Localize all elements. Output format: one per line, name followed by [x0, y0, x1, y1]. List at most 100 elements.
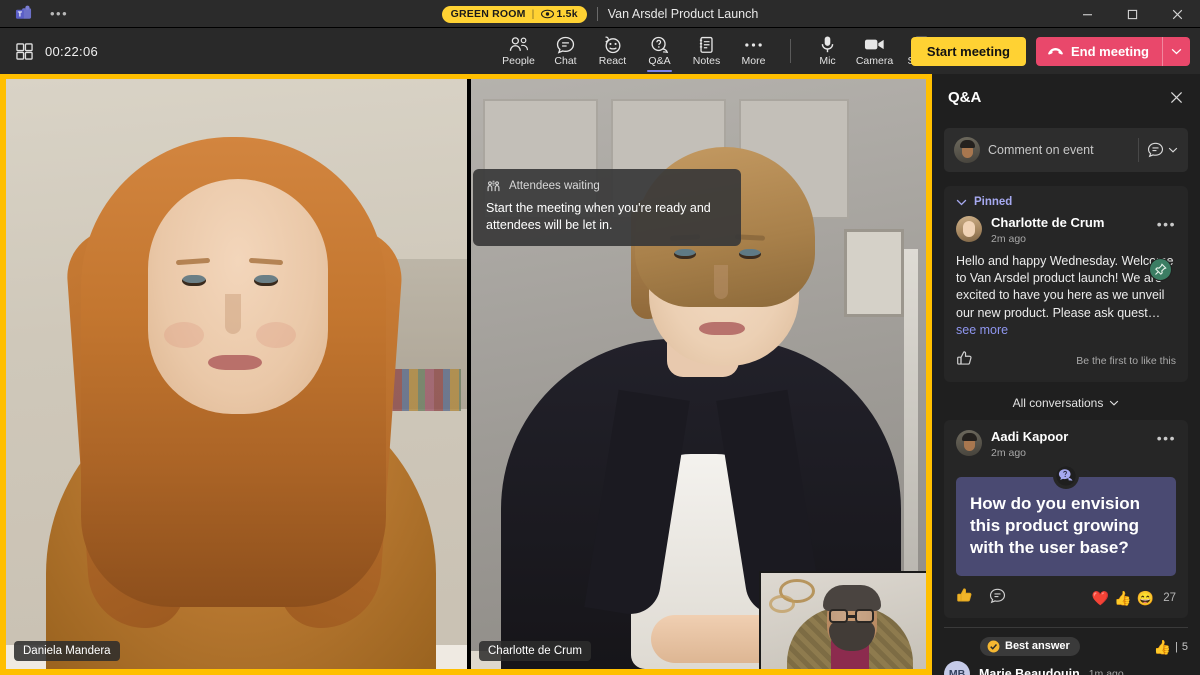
chevron-down-icon [1109, 400, 1119, 406]
composer-divider [1138, 138, 1139, 162]
best-answer-block[interactable]: Best answer 👍 | 5 MB Marie Beaudouin 1m … [944, 627, 1188, 675]
reaction-count: 27 [1163, 592, 1176, 604]
reaction-heart-icon[interactable]: ❤️ [1092, 591, 1109, 605]
more-icon [744, 35, 763, 54]
tooltip-heading: Attendees waiting [509, 180, 600, 192]
toolbar-qanda-label: Q&A [648, 55, 670, 67]
comment-icon [1147, 142, 1164, 158]
toolbar-notes-label: Notes [693, 55, 720, 67]
question-like-button[interactable] [956, 587, 973, 609]
best-answer-header: Best answer 👍 | 5 [944, 637, 1188, 656]
pinned-section-header[interactable]: Pinned [956, 196, 1176, 208]
toolbar-qanda-button[interactable]: Q&A [636, 28, 683, 74]
titlebar-overflow-button[interactable]: ••• [50, 10, 68, 18]
best-answer-label: Best answer [1005, 640, 1070, 652]
chevron-down-icon [956, 199, 967, 206]
best-answer-author-row: MB Marie Beaudouin 1m ago [944, 661, 1188, 675]
video-tiles: Daniela Mandera [6, 79, 926, 669]
video-tile-charlotte[interactable]: Charlotte de Crum [471, 79, 926, 669]
tooltip-body: Start the meeting when you're ready and … [486, 200, 728, 234]
video-tile-daniela[interactable]: Daniela Mandera [6, 79, 467, 669]
toolbar-right: Start meeting End meeting [911, 28, 1190, 74]
qanda-panel: Q&A Comment on event [932, 74, 1200, 675]
close-icon [1172, 9, 1183, 20]
best-answer-badge: Best answer [980, 637, 1080, 656]
toolbar-react-label: React [599, 55, 626, 67]
hangup-icon [1047, 46, 1064, 56]
pinned-message-footer: Be the first to like this [956, 350, 1176, 372]
close-button[interactable] [1155, 0, 1200, 28]
green-room-label: GREEN ROOM [451, 8, 526, 20]
like-button[interactable] [956, 350, 973, 372]
maximize-button[interactable] [1110, 0, 1155, 28]
meeting-timer: 00:22:06 [45, 44, 98, 59]
reaction-thumbsup-icon[interactable]: 👍 [1114, 591, 1131, 605]
question-header: Aadi Kapoor 2m ago ••• [956, 430, 1176, 459]
start-meeting-button[interactable]: Start meeting [911, 37, 1026, 66]
end-meeting-group: End meeting [1036, 37, 1190, 66]
titlebar-center: GREEN ROOM | 1.5k Van Arsdel Product Lau… [0, 0, 1200, 28]
window-controls [1065, 0, 1200, 28]
meeting-title: Van Arsdel Product Launch [608, 7, 759, 21]
notes-icon [698, 35, 715, 54]
camera-icon [864, 35, 885, 54]
toolbar-camera-button[interactable]: Camera [851, 28, 898, 74]
question-more-button[interactable]: ••• [1157, 430, 1176, 442]
svg-text:T: T [17, 11, 22, 19]
thumbs-up-icon [956, 350, 973, 367]
composer-mode-button[interactable] [1147, 142, 1182, 158]
question-author-block: Aadi Kapoor 2m ago [991, 430, 1148, 459]
video-tile-pip-aadi[interactable] [759, 571, 926, 669]
likes-separator: | [1175, 641, 1178, 653]
panel-title: Q&A [948, 89, 981, 106]
viewer-count: 1.5k [541, 8, 578, 20]
pinned-message-text: Hello and happy Wednesday. Welcome to Va… [956, 253, 1176, 339]
question-footer: ❤️ 👍 😄 27 [956, 587, 1176, 609]
check-circle-icon [987, 640, 1000, 653]
toolbar-left: 00:22:06 [16, 43, 98, 60]
toolbar-mic-button[interactable]: Mic [804, 28, 851, 74]
participant-video-aadi [761, 573, 926, 669]
comment-input[interactable]: Comment on event [988, 143, 1130, 157]
green-room-badge[interactable]: GREEN ROOM | 1.5k [442, 6, 587, 23]
conversation-filter-button[interactable]: All conversations [932, 396, 1200, 410]
pinned-author-name: Charlotte de Crum [991, 216, 1148, 231]
eye-icon [541, 9, 554, 19]
toolbar-separator [790, 39, 791, 63]
badge-separator: | [532, 8, 535, 20]
see-more-link[interactable]: see more [956, 323, 1008, 337]
titlebar-divider [597, 7, 598, 21]
end-meeting-caret-button[interactable] [1162, 37, 1190, 66]
question-icon [1053, 463, 1079, 489]
toolbar-notes-button[interactable]: Notes [683, 28, 730, 74]
avatar [954, 137, 980, 163]
pinned-more-button[interactable]: ••• [1157, 216, 1176, 228]
toolbar-react-button[interactable]: React [589, 28, 636, 74]
question-timestamp: 2m ago [991, 447, 1148, 459]
toolbar-chat-button[interactable]: Chat [542, 28, 589, 74]
end-meeting-button[interactable]: End meeting [1036, 37, 1162, 66]
toolbar-people-button[interactable]: People [495, 28, 542, 74]
participant-name-tag: Daniela Mandera [14, 641, 120, 661]
pinned-timestamp: 2m ago [991, 233, 1148, 245]
question-reply-button[interactable] [989, 588, 1006, 609]
grid-view-icon[interactable] [16, 43, 33, 60]
minimize-button[interactable] [1065, 0, 1110, 28]
chat-icon [556, 35, 575, 54]
toolbar-more-button[interactable]: More [730, 28, 777, 74]
reaction-laugh-icon[interactable]: 😄 [1137, 591, 1154, 605]
comment-composer[interactable]: Comment on event [944, 128, 1188, 172]
thumbs-up-icon [956, 587, 973, 604]
tooltip-heading-row: Attendees waiting [486, 179, 728, 193]
likes-count: 5 [1182, 641, 1188, 653]
panel-close-button[interactable] [1166, 87, 1186, 107]
toolbar-camera-label: Camera [856, 55, 893, 67]
attendees-waiting-icon [486, 179, 501, 193]
question-card[interactable]: Aadi Kapoor 2m ago ••• How do you envisi… [944, 420, 1188, 618]
pinned-message-card[interactable]: Pinned Charlotte de Crum 2m ago ••• Hell… [944, 186, 1188, 382]
question-reactions[interactable]: ❤️ 👍 😄 27 [1092, 591, 1176, 605]
pinned-text: Hello and happy Wednesday. Welcome to Va… [956, 254, 1174, 320]
avatar: MB [944, 661, 970, 675]
best-answer-likes[interactable]: 👍 | 5 [1154, 640, 1188, 654]
toolbar-mic-label: Mic [819, 55, 835, 67]
